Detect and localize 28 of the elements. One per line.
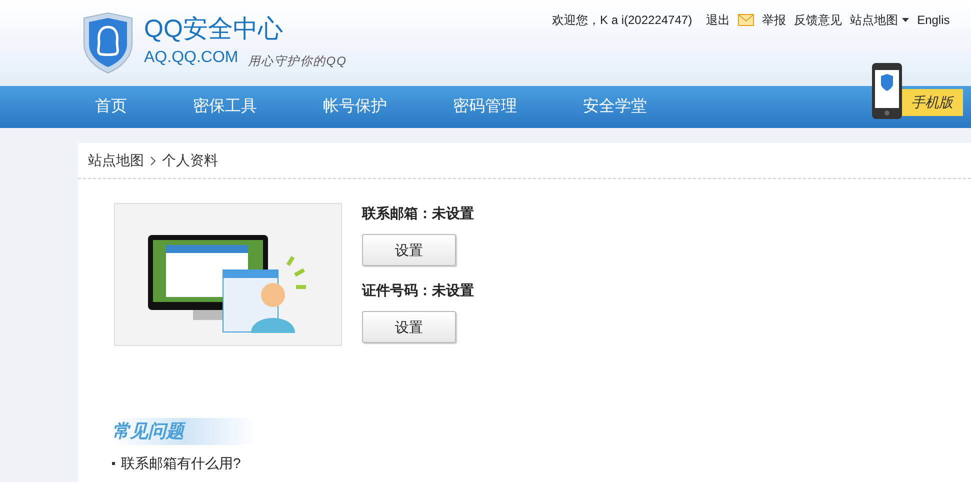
caret-icon <box>902 18 910 22</box>
logo-domain: AQ.QQ.COM <box>144 48 238 68</box>
nav-item[interactable]: 首页 <box>95 95 127 119</box>
top-link[interactable]: 举报 <box>762 11 786 29</box>
profile-field-label: 联系邮箱：未设置 <box>362 204 474 223</box>
top-link[interactable]: 反馈意见 <box>794 11 842 29</box>
nav-item[interactable]: 安全学堂 <box>583 95 647 119</box>
faq-title: 常见问题 <box>112 420 184 443</box>
set-button[interactable]: 设置 <box>362 234 456 266</box>
sitemap-dropdown[interactable]: 站点地图 <box>850 11 910 29</box>
logo-slogan: 用心守护你的QQ <box>248 53 347 70</box>
logo-title: QQ安全中心 <box>144 14 284 44</box>
nav-item[interactable]: 密保工具 <box>193 95 257 119</box>
breadcrumb-current: 个人资料 <box>162 151 218 170</box>
phone-icon <box>871 62 903 120</box>
set-button[interactable]: 设置 <box>362 311 456 343</box>
nav-item[interactable]: 密码管理 <box>453 95 517 119</box>
mail-icon[interactable] <box>738 14 754 26</box>
breadcrumb-link[interactable]: 站点地图 <box>88 150 144 171</box>
mobile-version-badge[interactable]: 手机版 <box>901 88 963 116</box>
chevron-right-icon <box>150 156 156 166</box>
top-link[interactable]: Englis <box>917 11 950 29</box>
top-link[interactable]: 退出 <box>706 11 730 29</box>
profile-field-label: 证件号码：未设置 <box>362 281 474 300</box>
welcome-text: 欢迎您，K a i(202224747) <box>552 12 692 29</box>
bullet-icon <box>112 462 115 465</box>
faq-link[interactable]: 联系邮箱有什么用? <box>121 453 241 474</box>
nav-item[interactable]: 帐号保护 <box>323 95 387 119</box>
